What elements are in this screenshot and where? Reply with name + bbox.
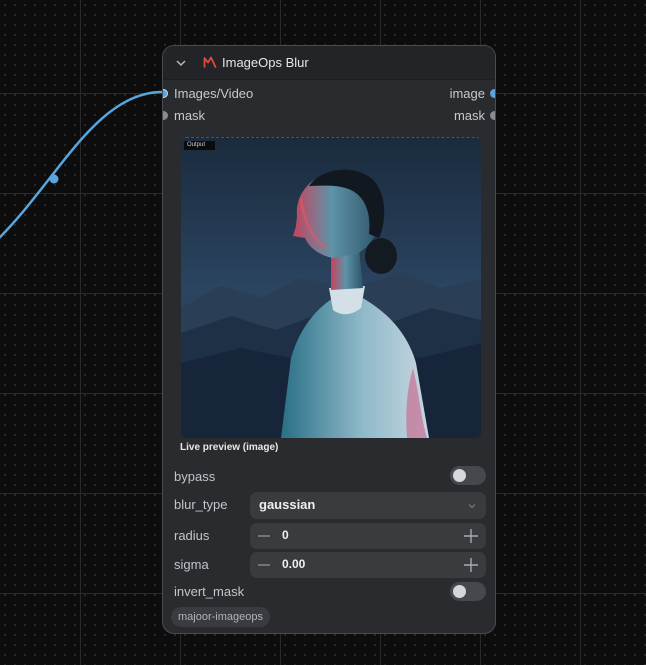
- preview-caption: Live preview (image): [180, 442, 279, 453]
- input-label-images-video: Images/Video: [174, 86, 254, 101]
- input-slot-mask[interactable]: [163, 111, 168, 120]
- sigma-label: sigma: [174, 557, 209, 572]
- input-slot-images-video[interactable]: [163, 89, 168, 98]
- invert-mask-toggle[interactable]: [450, 582, 486, 601]
- plus-icon[interactable]: [463, 528, 479, 544]
- plus-icon[interactable]: [463, 557, 479, 573]
- minus-icon[interactable]: [257, 558, 271, 572]
- output-slot-image[interactable]: [490, 89, 495, 98]
- bypass-toggle[interactable]: [450, 466, 486, 485]
- node-header[interactable]: ImageOps Blur: [163, 46, 495, 80]
- blur-type-value: gaussian: [259, 497, 316, 512]
- m-logo-icon: [203, 56, 217, 68]
- link-midpoint[interactable]: [49, 174, 59, 184]
- node-title: ImageOps Blur: [222, 55, 309, 70]
- output-tag: Output: [184, 141, 215, 150]
- minus-icon[interactable]: [257, 529, 271, 543]
- chevron-down-icon[interactable]: [175, 57, 187, 69]
- radius-label: radius: [174, 528, 210, 543]
- output-label-image: image: [449, 86, 485, 101]
- sigma-value[interactable]: 0.00: [282, 557, 305, 571]
- output-slot-mask[interactable]: [490, 111, 495, 120]
- bypass-label: bypass: [174, 469, 216, 484]
- preview-picture: [181, 138, 481, 438]
- output-label-mask: mask: [453, 108, 485, 123]
- node-source-badge: majoor-imageops: [171, 607, 270, 627]
- toggle-knob: [453, 585, 466, 598]
- sigma-stepper[interactable]: 0.00: [250, 552, 486, 578]
- imageops-blur-node[interactable]: ImageOps Blur Images/Video mask image ma…: [162, 45, 496, 634]
- toggle-knob: [453, 469, 466, 482]
- live-preview-image: Output: [181, 137, 481, 438]
- link-path[interactable]: [0, 90, 163, 242]
- blur-type-select[interactable]: gaussian: [250, 492, 486, 519]
- radius-value[interactable]: 0: [282, 528, 289, 542]
- invert-mask-label: invert_mask: [174, 584, 245, 599]
- chevron-down-icon: [468, 504, 476, 509]
- input-label-mask: mask: [174, 108, 206, 123]
- blur-type-label: blur_type: [174, 497, 228, 512]
- radius-stepper[interactable]: 0: [250, 523, 486, 549]
